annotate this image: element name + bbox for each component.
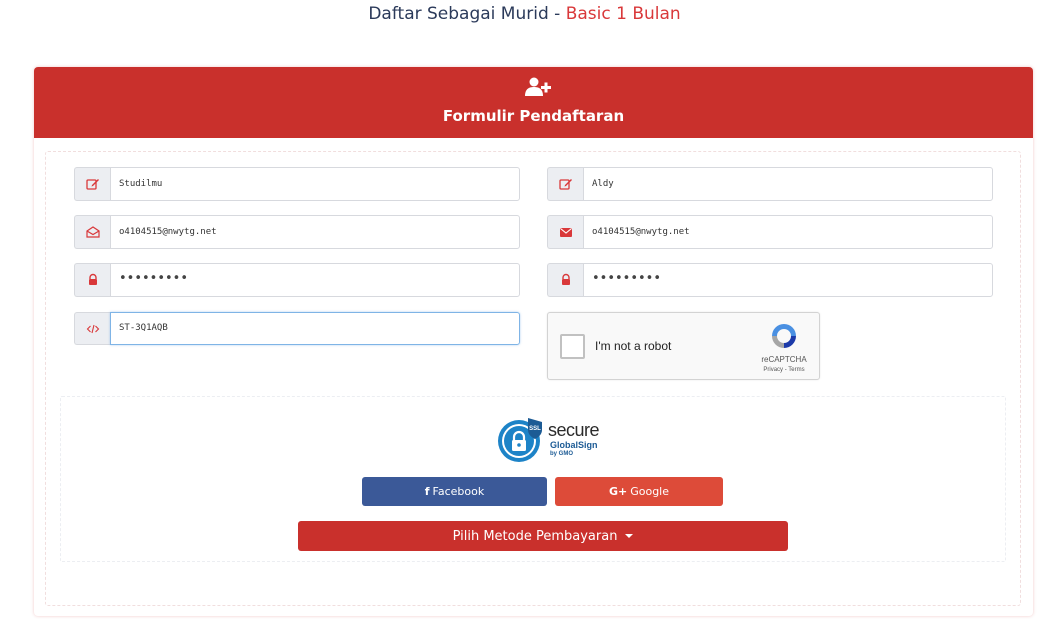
email-field: o4104515@nwytg.net bbox=[74, 215, 520, 249]
page-title-prefix: Daftar Sebagai Murid - bbox=[368, 4, 566, 24]
envelope-icon bbox=[547, 215, 583, 249]
caret-down-icon bbox=[625, 534, 634, 538]
email-confirm-field: o4104515@nwytg.net bbox=[547, 215, 993, 249]
payment-method-dropdown[interactable]: Pilih Metode Pembayaran bbox=[298, 521, 788, 551]
payment-method-label: Pilih Metode Pembayaran bbox=[452, 528, 618, 544]
card-header: Formulir Pendaftaran bbox=[34, 67, 1033, 138]
envelope-open-icon bbox=[74, 215, 110, 249]
recaptcha-logo-icon bbox=[772, 324, 796, 348]
ssl-secure-text: secure bbox=[548, 420, 600, 440]
first-name-input[interactable]: Studilmu bbox=[110, 167, 520, 201]
first-name-field: Studilmu bbox=[74, 167, 520, 201]
recaptcha-widget: I'm not a robot reCAPTCHA Privacy - Term… bbox=[547, 312, 820, 380]
user-plus-icon bbox=[525, 77, 551, 96]
password-field: ••••••••• bbox=[74, 263, 520, 297]
edit-icon bbox=[74, 167, 110, 201]
email-confirm-input[interactable]: o4104515@nwytg.net bbox=[583, 215, 993, 249]
ssl-lock-icon: SSL bbox=[498, 418, 542, 462]
recaptcha-checkbox[interactable] bbox=[560, 334, 585, 359]
page-title-plan: Basic 1 Bulan bbox=[565, 4, 681, 24]
facebook-button[interactable]: f Facebook bbox=[362, 477, 547, 506]
facebook-label: Facebook bbox=[432, 485, 485, 498]
code-icon bbox=[74, 312, 110, 345]
google-label: Google bbox=[630, 485, 670, 498]
google-plus-icon: G+ bbox=[608, 485, 628, 498]
password-confirm-field: ••••••••• bbox=[547, 263, 993, 297]
form-title: Formulir Pendaftaran bbox=[442, 107, 625, 125]
lock-icon bbox=[74, 263, 110, 297]
last-name-input[interactable]: Aldy bbox=[583, 167, 993, 201]
globalsign-text: GlobalSign bbox=[550, 440, 598, 450]
password-confirm-input[interactable]: ••••••••• bbox=[583, 263, 993, 297]
password-input[interactable]: ••••••••• bbox=[110, 263, 520, 297]
ssl-label: SSL bbox=[529, 426, 541, 432]
recaptcha-label: I'm not a robot bbox=[595, 339, 672, 353]
lock-icon bbox=[547, 263, 583, 297]
gmo-text: by GMO bbox=[550, 451, 574, 457]
facebook-icon: f bbox=[424, 485, 430, 498]
referral-code-field: ST-3Q1AQB bbox=[74, 312, 520, 345]
edit-icon bbox=[547, 167, 583, 201]
email-input[interactable]: o4104515@nwytg.net bbox=[110, 215, 520, 249]
recaptcha-terms-link[interactable]: Privacy - Terms bbox=[748, 367, 820, 373]
google-button[interactable]: G+ Google bbox=[555, 477, 723, 506]
ssl-secure-badge: SSL secure GlobalSign by GMO bbox=[497, 416, 617, 464]
recaptcha-brand: reCAPTCHA bbox=[761, 355, 807, 364]
last-name-field: Aldy bbox=[547, 167, 993, 201]
referral-code-input[interactable]: ST-3Q1AQB bbox=[110, 312, 520, 345]
page-title: Daftar Sebagai Murid - Basic 1 Bulan bbox=[0, 4, 1049, 24]
